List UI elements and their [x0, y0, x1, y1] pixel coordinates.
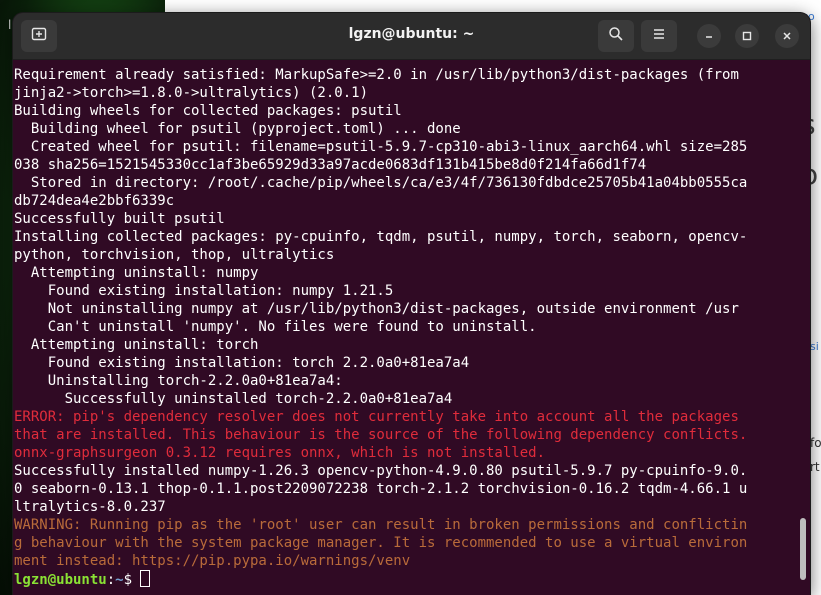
- command-prompt[interactable]: lgzn@ubuntu:~$: [14, 570, 151, 588]
- terminal-output-line: Not uninstalling numpy at /usr/lib/pytho…: [14, 301, 739, 317]
- terminal-output-line: 0 seaborn-0.13.1 thop-0.1.1.post22090722…: [14, 481, 748, 497]
- close-icon: [781, 27, 793, 46]
- terminal-output-line: Stored in directory: /root/.cache/pip/wh…: [14, 175, 748, 191]
- prompt-separator: :: [106, 572, 116, 588]
- terminal-output-line: Building wheels for collected packages: …: [14, 103, 402, 119]
- text-cursor: [140, 570, 151, 587]
- bg-fragment: l: [8, 18, 12, 32]
- terminal-output-line: Successfully installed numpy-1.26.3 open…: [14, 463, 748, 479]
- prompt-symbol: $: [123, 572, 141, 588]
- terminal-output[interactable]: Requirement already satisfied: MarkupSaf…: [13, 60, 795, 595]
- terminal-output-line: db724dea4e2bbf6339c: [14, 193, 175, 209]
- terminal-error-line: that are installed. This behaviour is th…: [14, 427, 748, 443]
- terminal-error-line: onnx-graphsurgeon 0.3.12 requires onnx, …: [14, 445, 546, 461]
- terminal-output-line: Found existing installation: torch 2.2.0…: [14, 355, 470, 371]
- bg-fragment: fo: [810, 436, 821, 450]
- maximize-button[interactable]: [735, 24, 759, 48]
- scrollbar-thumb[interactable]: [800, 518, 806, 580]
- terminal-warning-line: g behaviour with the system package mana…: [14, 535, 748, 551]
- terminal-output-line: Uninstalling torch-2.2.0a0+81ea7a4:: [14, 373, 343, 389]
- terminal-output-line: ltralytics-8.0.237: [14, 499, 166, 515]
- terminal-output-line: Successfully built psutil: [14, 211, 225, 227]
- prompt-user-host: lgzn@ubuntu: [14, 572, 107, 588]
- terminal-output-line: python, torchvision, thop, ultralytics: [14, 247, 335, 263]
- close-button[interactable]: [775, 24, 799, 48]
- maximize-icon: [741, 27, 753, 46]
- terminal-output-line: Installing collected packages: py-cpuinf…: [14, 229, 748, 245]
- terminal-warning-line: ment instead: https://pip.pypa.io/warnin…: [14, 553, 411, 569]
- window-title: lgzn@ubuntu: ~: [348, 26, 475, 42]
- hamburger-menu-icon: [651, 26, 667, 46]
- bg-fragment: si: [810, 340, 819, 353]
- search-button[interactable]: [598, 20, 634, 52]
- prompt-path: ~: [115, 572, 124, 588]
- terminal-error-line: ERROR: pip's dependency resolver does no…: [14, 409, 739, 425]
- minimize-button[interactable]: [697, 24, 721, 48]
- minimize-icon: [703, 27, 715, 46]
- terminal-warning-line: WARNING: Running pip as the 'root' user …: [14, 517, 748, 533]
- terminal-output-line: Can't uninstall 'numpy'. No files were f…: [14, 319, 537, 335]
- search-icon: [608, 26, 624, 46]
- terminal-output-line: Created wheel for psutil: filename=psuti…: [14, 139, 748, 155]
- terminal-output-line: Requirement already satisfied: MarkupSaf…: [14, 67, 739, 83]
- terminal-output-line: Building wheel for psutil (pyproject.tom…: [14, 121, 461, 137]
- terminal-output-line: 038 sha256=1521545330cc1af3be65929d33a97…: [14, 157, 647, 173]
- terminal-output-line: Attempting uninstall: torch: [14, 337, 259, 353]
- terminal-output-line: jinja2->torch>=1.8.0->ultralytics) (2.0.…: [14, 85, 369, 101]
- terminal-output-line: Attempting uninstall: numpy: [14, 265, 259, 281]
- menu-button[interactable]: [641, 20, 677, 52]
- terminal-window[interactable]: lgzn@ubuntu: ~ Requirement already satis…: [13, 13, 810, 595]
- terminal-output-line: Successfully uninstalled torch-2.2.0a0+8…: [14, 391, 453, 407]
- title-bar[interactable]: lgzn@ubuntu: ~: [13, 13, 810, 60]
- bg-fragment: rt: [810, 460, 820, 474]
- terminal-output-line: Found existing installation: numpy 1.21.…: [14, 283, 394, 299]
